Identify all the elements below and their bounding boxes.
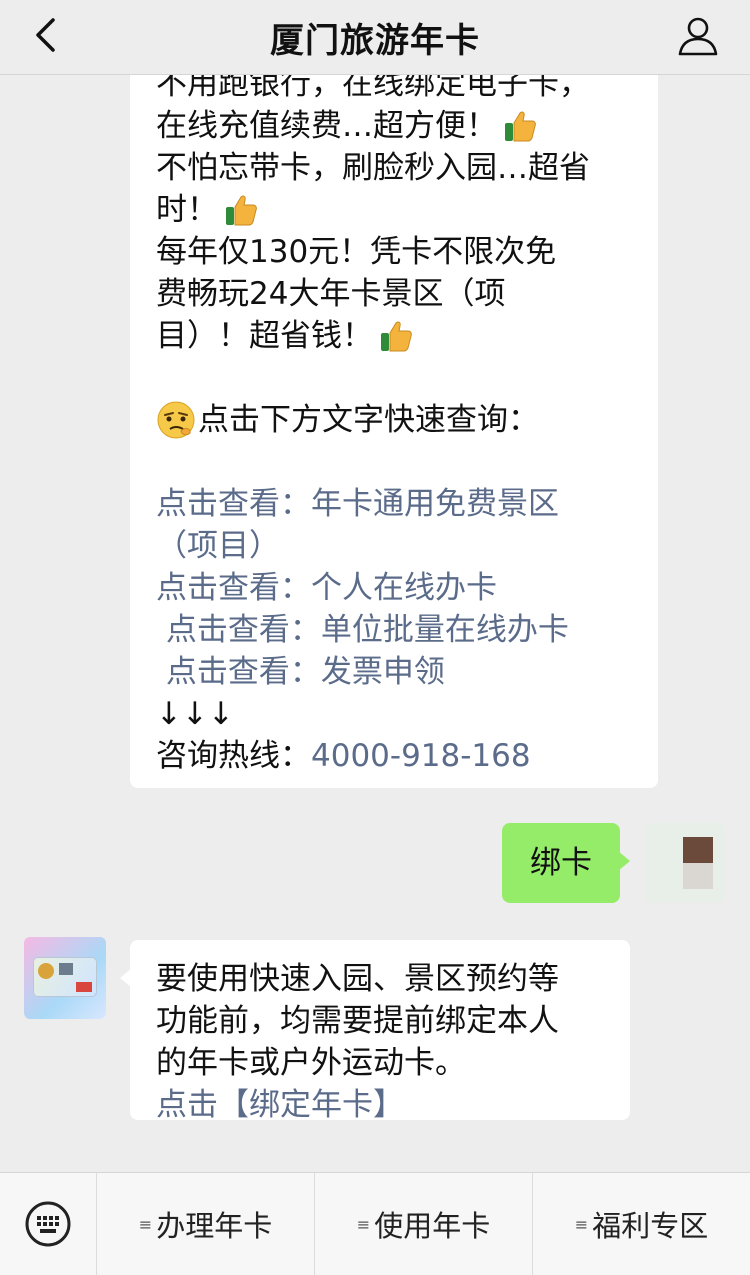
thumbs-up-icon [226,195,257,226]
intro-line-text: 目）！超省钱！ [156,318,373,354]
top-bar: 厦门旅游年卡 [0,0,750,75]
link-personal-card[interactable]: 点击查看：个人在线办卡 [156,567,636,609]
intro-line: 目）！超省钱！ [156,315,636,357]
intro-line: 点击下方文字快速查询： [156,399,636,441]
bot-line: 功能前，均需要提前绑定本人 [156,1003,559,1039]
bind-card-link[interactable]: 点击【绑定年卡】 [156,1084,610,1126]
hotline-label: 咨询热线： [156,738,311,774]
card-chip [59,963,73,975]
menu-label: 办理年卡 [156,1209,273,1243]
menu-label: 使用年卡 [374,1209,491,1243]
keyboard-icon [25,1201,71,1247]
menu-icon: ≡ [138,1214,153,1234]
intro-line: 每年仅130元！凭卡不限次免 [156,234,557,270]
link-invoice[interactable]: 点击查看：发票申领 [156,651,636,693]
menu-label: 福利专区 [592,1209,709,1243]
chat-area[interactable]: 不用跑银行，在线绑定电子卡， 在线充值续费…超方便！ 不怕忘带卡，刷脸秒入园…超… [0,75,750,1170]
intro-line: 不用跑银行，在线绑定电子卡， [156,75,590,102]
page-title: 厦门旅游年卡 [270,20,480,61]
bot-message-bubble: 要使用快速入园、景区预约等 功能前，均需要提前绑定本人 的年卡或户外运动卡。 点… [120,940,630,1123]
intro-line-text: 点击下方文字快速查询： [198,402,539,438]
link-batch-card[interactable]: 点击查看：单位批量在线办卡 [156,609,636,651]
user-message-bubble: 绑卡 [502,823,630,903]
link-free-scenic-spots[interactable]: 点击查看：年卡通用免费景区 [156,483,636,525]
arrows-text: ↓↓↓ [156,696,234,732]
link-free-scenic-spots-cont[interactable]: （项目） [156,525,636,567]
back-arrow-icon[interactable] [28,18,62,52]
thumbs-up-icon [381,321,412,352]
keyboard-toggle-button[interactable] [0,1173,97,1275]
profile-icon[interactable] [676,14,720,58]
intro-line-text: 在线充值续费…超方便！ [156,108,497,144]
menu-use-card[interactable]: ≡ 使用年卡 [315,1173,533,1275]
card-icon [33,957,97,997]
menu-benefits[interactable]: ≡ 福利专区 [533,1173,750,1275]
thinking-face-icon [157,401,195,439]
avatar-block [683,837,713,863]
bot-line: 要使用快速入园、景区预约等 [156,961,559,997]
bottom-menu-bar: ≡ 办理年卡 ≡ 使用年卡 ≡ 福利专区 [0,1172,750,1275]
user-avatar[interactable] [645,823,725,903]
bot-line: 的年卡或户外运动卡。 [156,1045,466,1081]
menu-apply-card[interactable]: ≡ 办理年卡 [97,1173,315,1275]
menu-icon: ≡ [356,1214,371,1234]
avatar-block [683,863,713,889]
intro-line: 在线充值续费…超方便！ [156,105,636,147]
official-account-avatar[interactable] [24,937,106,1019]
intro-message-bubble: 不用跑银行，在线绑定电子卡， 在线充值续费…超方便！ 不怕忘带卡，刷脸秒入园…超… [130,75,658,788]
intro-line: 不怕忘带卡，刷脸秒入园…超省 [156,150,590,186]
intro-line-text: 时！ [156,192,218,228]
intro-line: 费畅玩24大年卡景区（项 [156,276,506,312]
menu-icon: ≡ [574,1214,589,1234]
thumbs-up-icon [505,111,536,142]
card-logo [38,963,54,979]
hotline-number[interactable]: 4000-918-168 [311,735,531,777]
hotline-row: 咨询热线： 4000-918-168 [156,735,636,777]
intro-line: 时！ [156,189,636,231]
card-stripe [76,982,92,992]
